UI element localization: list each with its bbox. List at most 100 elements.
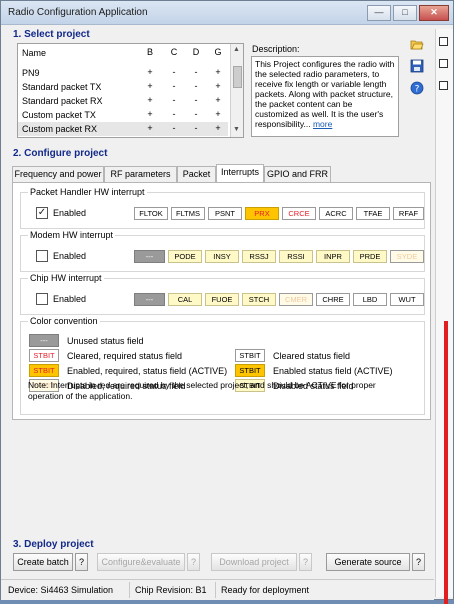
table-row[interactable]: Standard packet RX + - - + <box>18 94 228 108</box>
interrupt-note: Note: Interrupts in red are required by … <box>28 380 376 401</box>
row-c: - <box>172 123 176 133</box>
row-g: + <box>215 109 221 119</box>
status-bit-lbd[interactable]: LBD <box>353 293 387 306</box>
scroll-thumb[interactable] <box>233 66 242 88</box>
row-g: + <box>215 95 221 105</box>
status-bit-cmer[interactable]: CMER <box>279 293 313 306</box>
status-bit-prx[interactable]: PRX <box>245 207 279 220</box>
status-bit-acrc[interactable]: ACRC <box>319 207 353 220</box>
status-bit-fltok[interactable]: FLTOK <box>134 207 168 220</box>
legend-cleared-required-text: Cleared, required status field <box>67 351 183 361</box>
row-d: - <box>194 123 198 133</box>
column-header-c: C <box>170 47 178 57</box>
row-name: PN9 <box>22 68 40 78</box>
legend-unused-text: Unused status field <box>67 336 144 346</box>
minimize-button[interactable]: — <box>367 5 391 21</box>
row-b: + <box>147 81 153 91</box>
help-icon[interactable]: ? <box>410 81 424 95</box>
status-bit-prde[interactable]: PRDE <box>353 250 387 263</box>
status-bit-rssj[interactable]: RSSJ <box>242 250 276 263</box>
chip-group: Chip HW interrupt Enabled --- CAL FUOE S… <box>20 273 425 315</box>
configure-evaluate-help-button[interactable]: ? <box>187 553 200 571</box>
tab-frequency-and-power[interactable]: Frequency and power <box>12 166 104 183</box>
status-bit-syde[interactable]: SYDE <box>390 250 424 263</box>
table-row-selected[interactable]: Custom packet RX + - - + <box>18 122 228 136</box>
tab-packet[interactable]: Packet <box>177 166 216 183</box>
tab-gpio-and-frr[interactable]: GPIO and FRR <box>264 166 331 183</box>
download-project-help-button[interactable]: ? <box>299 553 312 571</box>
download-project-button[interactable]: Download project <box>211 553 297 571</box>
open-folder-icon[interactable] <box>410 37 424 51</box>
more-link[interactable]: more <box>313 119 332 129</box>
row-d: - <box>194 67 198 77</box>
scroll-down-icon[interactable]: ▼ <box>233 126 240 133</box>
close-button[interactable]: ✕ <box>419 5 449 21</box>
maximize-button[interactable]: □ <box>393 5 417 21</box>
row-b: + <box>147 109 153 119</box>
column-header-d: D <box>192 47 200 57</box>
project-table-scrollbar[interactable]: ▲ ▼ <box>230 44 243 137</box>
status-bit-cal[interactable]: CAL <box>168 293 202 306</box>
select-project-title: 1. Select project <box>13 29 90 40</box>
title-bar: Radio Configuration Application — □ ✕ <box>1 1 453 25</box>
table-header: Name B C D G <box>18 46 228 60</box>
status-bit-psnt[interactable]: PSNT <box>208 207 242 220</box>
status-bit-inpr[interactable]: INPR <box>316 250 350 263</box>
status-bar: Device: Si4463 Simulation Chip Revision:… <box>1 579 434 600</box>
status-bit-wut[interactable]: WUT <box>390 293 424 306</box>
status-bit-fuoe[interactable]: FUOE <box>205 293 239 306</box>
app-window: Radio Configuration Application — □ ✕ 1.… <box>0 0 454 604</box>
legend-cleared-required-sample: STBIT <box>29 349 59 362</box>
tab-interrupts[interactable]: Interrupts <box>216 164 264 184</box>
modem-group: Modem HW interrupt Enabled --- PODE INSY… <box>20 230 425 272</box>
legend-unused-sample: --- <box>29 334 59 347</box>
status-bit-pode[interactable]: PODE <box>168 250 202 263</box>
legend-cleared-sample: STBIT <box>235 349 265 362</box>
status-bit-insy[interactable]: INSY <box>205 250 239 263</box>
packet-handler-enabled-checkbox[interactable]: ✓ <box>36 207 48 219</box>
generate-source-help-button[interactable]: ? <box>412 553 425 571</box>
packet-handler-group: Packet Handler HW interrupt ✓ Enabled FL… <box>20 187 425 229</box>
row-c: - <box>172 95 176 105</box>
packet-handler-label: Packet Handler HW interrupt <box>28 187 147 197</box>
create-batch-button[interactable]: Create batch <box>13 553 73 571</box>
status-bit-crce[interactable]: CRCE <box>282 207 316 220</box>
generate-source-button[interactable]: Generate source <box>326 553 410 571</box>
status-bit-rfaf[interactable]: RFAF <box>393 207 424 220</box>
chip-label: Chip HW interrupt <box>28 273 104 283</box>
configure-evaluate-button[interactable]: Configure&evaluate <box>97 553 185 571</box>
tab-rf-parameters[interactable]: RF parameters <box>104 166 177 183</box>
status-divider <box>215 582 216 598</box>
rail-marker-icon[interactable] <box>439 59 448 68</box>
column-header-b: B <box>146 47 153 57</box>
legend-cleared-text: Cleared status field <box>273 351 351 361</box>
modem-label: Modem HW interrupt <box>28 230 116 240</box>
status-bit-tfae[interactable]: TFAE <box>356 207 390 220</box>
save-icon[interactable] <box>410 59 424 73</box>
rail-marker-icon[interactable] <box>439 37 448 46</box>
modem-enabled-checkbox[interactable] <box>36 250 48 262</box>
row-name: Custom packet RX <box>22 124 98 134</box>
column-header-name: Name <box>22 48 47 58</box>
table-row[interactable]: PN9 + - - + <box>18 66 228 80</box>
rail-marker-icon[interactable] <box>439 81 448 90</box>
description-box: This Project configures the radio with t… <box>251 56 399 137</box>
table-row[interactable]: Standard packet TX + - - + <box>18 80 228 94</box>
row-d: - <box>194 109 198 119</box>
table-row[interactable]: Custom packet TX + - - + <box>18 108 228 122</box>
scroll-up-icon[interactable]: ▲ <box>233 46 240 53</box>
create-batch-help-button[interactable]: ? <box>75 553 88 571</box>
row-c: - <box>172 81 176 91</box>
status-bit-fltms[interactable]: FLTMS <box>171 207 205 220</box>
status-bit-chre[interactable]: CHRE <box>316 293 350 306</box>
chip-enabled-checkbox[interactable] <box>36 293 48 305</box>
row-d: - <box>194 95 198 105</box>
row-c: - <box>172 67 176 77</box>
status-bit-stch[interactable]: STCH <box>242 293 276 306</box>
description-label: Description: <box>252 44 300 54</box>
legend-enabled-required-text: Enabled, required, status field (ACTIVE) <box>67 366 228 376</box>
status-bit-rssi[interactable]: RSSI <box>279 250 313 263</box>
project-table[interactable]: Name B C D G PN9 + - - + Standard packet… <box>17 43 244 138</box>
status-bit-unused: --- <box>134 293 165 306</box>
status-bit-unused: --- <box>134 250 165 263</box>
